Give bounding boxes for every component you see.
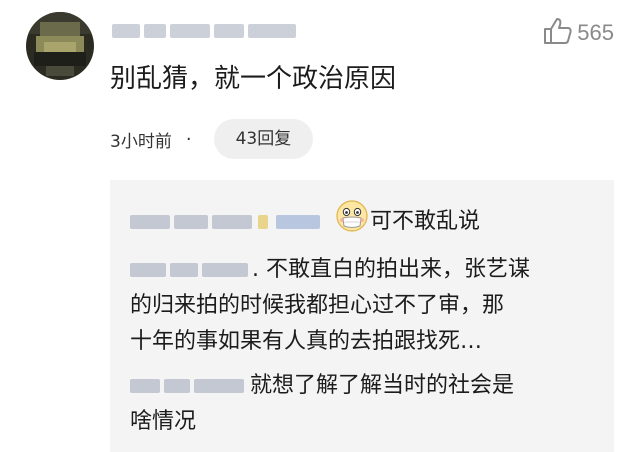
- reply-text: 可不敢乱说: [370, 209, 481, 234]
- comment-text: 别乱猜，就一个政治原因: [110, 64, 397, 94]
- reply-item[interactable]: 可不敢乱说: [130, 200, 480, 244]
- thumbs-up-icon: [543, 17, 573, 49]
- comment-time: 3小时前: [110, 131, 172, 152]
- reply-text-line: 就想了解了解当时的社会是: [250, 373, 515, 398]
- reply-username[interactable]: [130, 212, 330, 232]
- reply-item[interactable]: 就想了解了解当时的社会是 啥情况: [130, 368, 514, 440]
- reply-text-line: 十年的事如果有人真的去拍跟找死…: [130, 329, 483, 354]
- reply-item[interactable]: . 不敢直白的拍出来，张艺谋 的归来拍的时候我都担心过不了审，那 十年的事如果有…: [130, 252, 530, 360]
- view-replies-button[interactable]: 43回复: [213, 119, 314, 159]
- meta-separator: ·: [185, 128, 192, 150]
- username[interactable]: [112, 20, 302, 42]
- replies-panel: 可不敢乱说 . 不敢直白的拍出来，张艺谋 的归来拍的时候我都担心过不了审，那 十…: [110, 180, 614, 452]
- reply-username[interactable]: [130, 376, 248, 396]
- avatar[interactable]: [26, 12, 94, 80]
- like-count: 565: [577, 20, 614, 45]
- reply-text-line: 的归来拍的时候我都担心过不了审，那: [130, 293, 505, 318]
- comment-meta: 3小时前 · 43回复: [110, 118, 314, 160]
- like-button[interactable]: 565: [543, 16, 614, 50]
- reply-text-line: . 不敢直白的拍出来，张艺谋: [252, 257, 530, 282]
- reply-text-line: 啥情况: [130, 409, 197, 434]
- masked-face-emoji: [336, 200, 368, 244]
- reply-username[interactable]: [130, 260, 250, 280]
